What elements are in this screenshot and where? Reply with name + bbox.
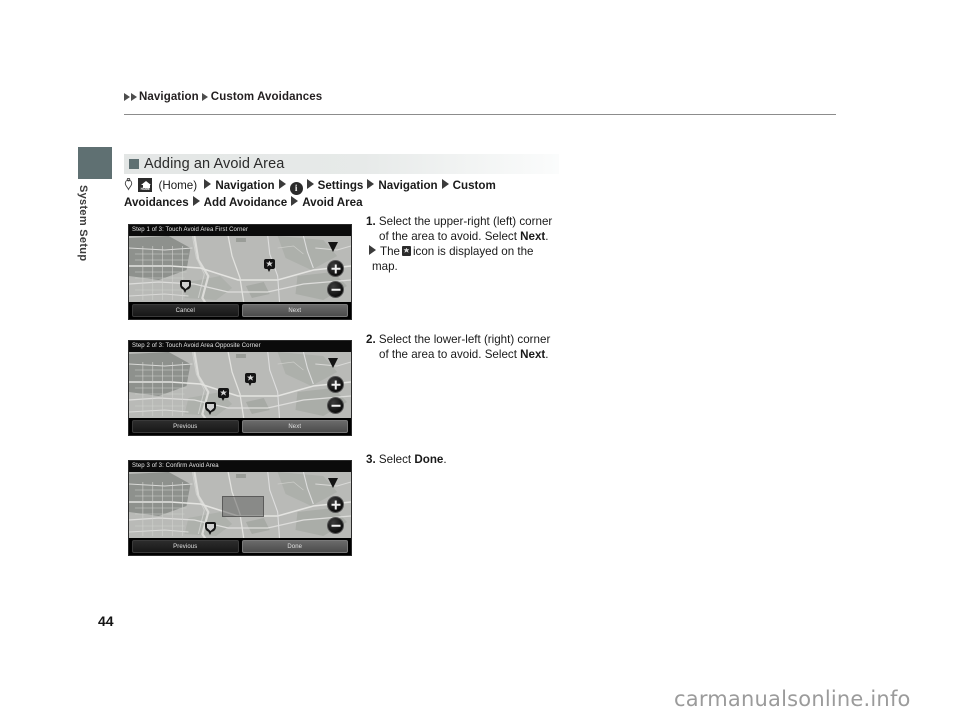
breadcrumb-arrow-icon xyxy=(131,93,137,101)
screen-title: Step 2 of 3: Touch Avoid Area Opposite C… xyxy=(129,341,351,352)
instruction-step-3: 3. Select Done. xyxy=(366,453,566,468)
instruction-step-2: 2. Select the lower-left (right) corner … xyxy=(366,333,566,362)
avoid-area-marker-icon xyxy=(401,246,411,256)
screen-title: Step 3 of 3: Confirm Avoid Area xyxy=(129,461,351,472)
map-marker-highway xyxy=(205,522,216,535)
path-arrow-icon xyxy=(291,196,299,206)
next-button[interactable]: Next xyxy=(241,304,348,317)
map-graphic xyxy=(129,236,351,304)
map-canvas[interactable] xyxy=(129,236,351,304)
compass-icon xyxy=(328,478,338,488)
zoom-out-button[interactable] xyxy=(327,517,344,534)
step-text-done-keyword: Done xyxy=(414,453,444,466)
map-marker-corner-2 xyxy=(218,388,229,401)
path-arrow-icon xyxy=(306,179,314,189)
sub-bullet-arrow-icon xyxy=(369,245,376,255)
next-button[interactable]: Next xyxy=(241,420,348,433)
map-graphic xyxy=(129,352,351,420)
path-arrow-icon xyxy=(192,196,200,206)
instruction-step-1: 1. Select the upper-right (left) corner … xyxy=(366,215,566,274)
step-text-post: . xyxy=(443,453,447,466)
page-number: 44 xyxy=(98,613,114,629)
path-item-avoid-area[interactable]: Avoid Area xyxy=(302,196,362,209)
path-arrow-icon xyxy=(441,179,449,189)
screen-title: Step 1 of 3: Touch Avoid Area First Corn… xyxy=(129,225,351,236)
compass-icon xyxy=(328,358,338,368)
step-number: 1. xyxy=(366,215,376,228)
step-text-line-2-post: . xyxy=(545,229,549,243)
step-text-line-2-pre: of the area to avoid. Select xyxy=(379,347,521,361)
path-item-add-avoidance[interactable]: Add Avoidance xyxy=(204,196,288,209)
step-text-next-keyword: Next xyxy=(520,347,546,361)
map-marker-corner-1 xyxy=(245,373,256,386)
path-arrow-icon xyxy=(278,179,286,189)
screen-button-bar: Cancel Next xyxy=(129,302,351,319)
step-text-next-keyword: Next xyxy=(520,229,546,243)
previous-button[interactable]: Previous xyxy=(132,540,239,553)
step-text-line-2-post: . xyxy=(545,347,549,361)
path-arrow-icon xyxy=(367,179,375,189)
map-canvas[interactable] xyxy=(129,352,351,420)
home-icon-label: HOME xyxy=(140,187,150,191)
path-item-navigation[interactable]: Navigation xyxy=(215,179,274,192)
section-heading: Adding an Avoid Area xyxy=(124,154,559,174)
sidebar-section-label: System Setup xyxy=(77,185,89,262)
map-marker-highway xyxy=(205,402,216,415)
avoid-area-rectangle xyxy=(222,496,264,517)
map-canvas[interactable] xyxy=(129,472,351,540)
zoom-in-button[interactable] xyxy=(327,260,344,277)
navigation-path: HOME (Home) Navigation i Settings Navigatio… xyxy=(124,177,544,211)
page-title: Adding an Avoid Area xyxy=(144,156,285,172)
zoom-in-button[interactable] xyxy=(327,496,344,513)
previous-button[interactable]: Previous xyxy=(132,420,239,433)
watermark: carmanualsonline.info xyxy=(674,687,911,711)
info-icon[interactable]: i xyxy=(289,182,303,195)
path-home-label: (Home) xyxy=(158,179,198,192)
screenshot-step-1: Step 1 of 3: Touch Avoid Area First Corn… xyxy=(128,224,352,320)
hook-icon xyxy=(124,177,133,191)
step-number: 2. xyxy=(366,333,376,346)
path-item-navigation-2[interactable]: Navigation xyxy=(378,179,437,192)
path-item-settings[interactable]: Settings xyxy=(318,179,364,192)
step-text-line-1: Select the upper-right (left) corner xyxy=(378,215,553,228)
breadcrumb-item-navigation[interactable]: Navigation xyxy=(139,91,199,103)
square-bullet-icon xyxy=(129,159,139,169)
sub-note-post: icon is displayed on the xyxy=(412,245,534,258)
screenshot-step-3: Step 3 of 3: Confirm Avoid Area Previous… xyxy=(128,460,352,556)
compass-icon xyxy=(328,242,338,252)
cancel-button[interactable]: Cancel xyxy=(132,304,239,317)
step-text-line-2-pre: of the area to avoid. Select xyxy=(379,229,521,243)
sub-note-continuation: map. xyxy=(372,259,398,273)
screenshot-step-2: Step 2 of 3: Touch Avoid Area Opposite C… xyxy=(128,340,352,436)
screen-button-bar: Previous Done xyxy=(129,538,351,555)
screen-button-bar: Previous Next xyxy=(129,418,351,435)
zoom-out-button[interactable] xyxy=(327,281,344,298)
zoom-out-button[interactable] xyxy=(327,397,344,414)
map-marker-highway xyxy=(180,280,191,293)
path-arrow-icon xyxy=(204,179,212,189)
breadcrumb-arrow-icon xyxy=(201,93,208,101)
breadcrumb-arrow-icon xyxy=(124,93,130,101)
header-divider xyxy=(124,114,836,115)
section-tab-marker xyxy=(78,147,112,179)
breadcrumb-item-custom-avoidances[interactable]: Custom Avoidances xyxy=(211,91,322,103)
step-number: 3. xyxy=(366,453,376,466)
map-marker-poi xyxy=(264,259,275,272)
zoom-in-button[interactable] xyxy=(327,376,344,393)
step-text-pre: Select xyxy=(378,453,415,466)
step-text-line-1: Select the lower-left (right) corner xyxy=(378,333,551,346)
sub-note-pre: The xyxy=(380,245,400,258)
done-button[interactable]: Done xyxy=(241,540,348,553)
breadcrumb: Navigation Custom Avoidances xyxy=(124,91,322,103)
home-icon[interactable]: HOME xyxy=(138,178,153,192)
